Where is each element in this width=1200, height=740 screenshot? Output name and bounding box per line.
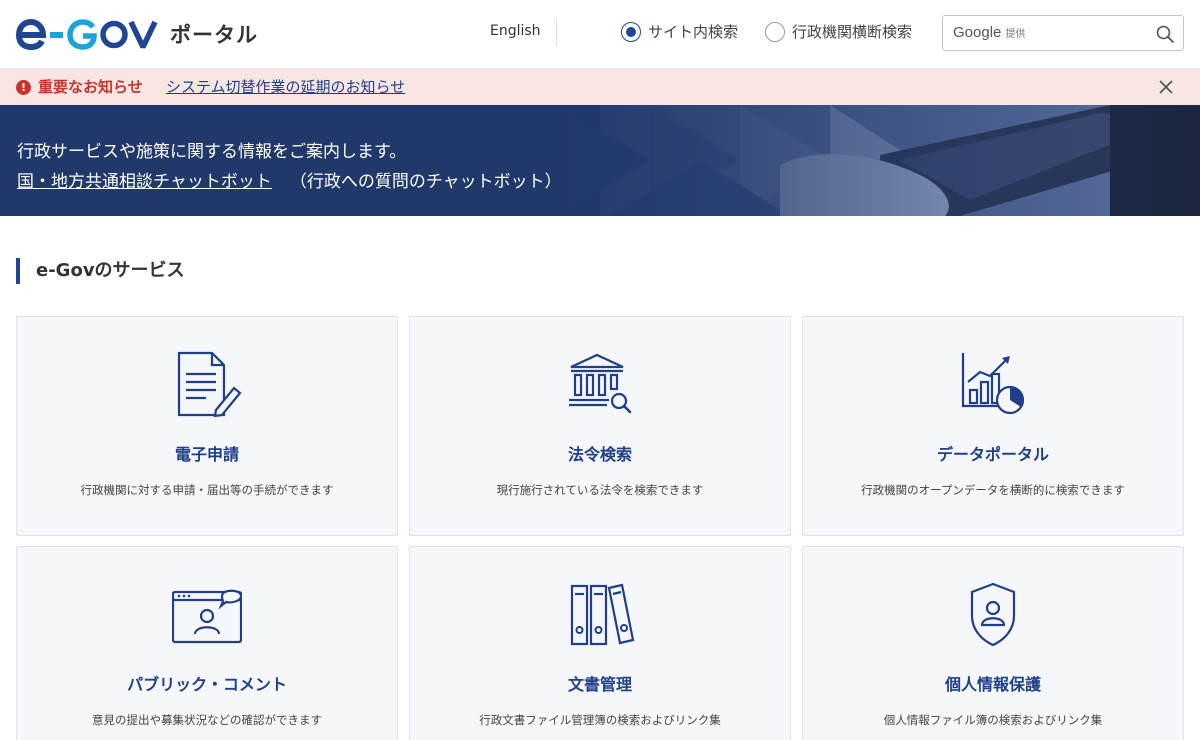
- radio-cross-agency-label: 行政機関横断検索: [792, 23, 913, 41]
- service-title: パブリック・コメント: [127, 675, 287, 694]
- service-title: データポータル: [936, 445, 1049, 464]
- radio-checked-icon: [621, 21, 641, 42]
- radio-unchecked-icon: [765, 21, 785, 42]
- egov-logo[interactable]: ポータル: [16, 18, 261, 50]
- chatbot-note: （行政への質問のチャットボット）: [289, 172, 562, 192]
- egov-logo-mark: [16, 18, 158, 50]
- banner-lead-text: 行政サービスや施策に関する情報をご案内します。: [17, 142, 407, 162]
- service-card-public-comment[interactable]: パブリック・コメント 意見の提出や募集状況などの確認ができます: [16, 546, 398, 740]
- chatbot-link[interactable]: 国・地方共通相談チャットボット: [17, 172, 272, 192]
- chart-data-icon: [961, 353, 1025, 415]
- radio-site-search[interactable]: サイト内検索: [621, 21, 738, 42]
- hero-banner: 行政サービスや施策に関する情報をご案内します。 国・地方共通相談チャットボット （…: [0, 105, 1200, 216]
- search-box: Google 提供: [942, 15, 1184, 51]
- service-desc: 現行施行されている法令を検索できます: [496, 483, 704, 497]
- radio-cross-agency-search[interactable]: 行政機関横断検索: [765, 21, 912, 42]
- service-title: 文書管理: [567, 675, 632, 694]
- service-desc: 行政機関に対する申請・届出等の手続ができます: [80, 483, 334, 497]
- search-icon[interactable]: [1155, 24, 1175, 44]
- service-title: 法令検索: [567, 445, 632, 464]
- shield-person-icon: [970, 582, 1016, 647]
- service-title: 電子申請: [174, 445, 239, 464]
- chatbot-line: 国・地方共通相談チャットボット （行政への質問のチャットボット）: [17, 167, 562, 192]
- document-pen-icon: [177, 351, 242, 418]
- services-section-title: e-Govのサービス: [16, 258, 185, 284]
- service-desc: 行政機関のオープンデータを横断的に検索できます: [861, 483, 1125, 497]
- english-link[interactable]: English: [490, 23, 541, 39]
- exclamation-icon: !: [16, 80, 31, 95]
- notice-label: 重要なお知らせ: [38, 78, 143, 96]
- service-card-law-search[interactable]: 法令検索 現行施行されている法令を検索できます: [409, 316, 791, 536]
- header-divider: [556, 20, 557, 46]
- service-desc: 意見の提出や募集状況などの確認ができます: [92, 713, 322, 727]
- close-icon[interactable]: [1156, 77, 1176, 97]
- comment-window-icon: [172, 589, 242, 644]
- radio-site-search-label: サイト内検索: [648, 23, 739, 41]
- search-input[interactable]: [944, 17, 1149, 49]
- site-header: ポータル English サイト内検索 行政機関横断検索 Google 提供: [0, 0, 1200, 68]
- logo-subtitle: ポータル: [170, 23, 258, 47]
- service-card-e-application[interactable]: 電子申請 行政機関に対する申請・届出等の手続ができます: [16, 316, 398, 536]
- service-title: 個人情報保護: [944, 675, 1041, 694]
- notice-link[interactable]: システム切替作業の延期のお知らせ: [166, 76, 405, 97]
- service-card-document-management[interactable]: 文書管理 行政文書ファイル管理簿の検索およびリンク集: [409, 546, 791, 740]
- court-search-icon: [569, 353, 632, 414]
- service-desc: 個人情報ファイル簿の検索およびリンク集: [883, 713, 1103, 727]
- service-desc: 行政文書ファイル管理簿の検索およびリンク集: [479, 713, 721, 727]
- binders-icon: [570, 583, 635, 646]
- service-card-personal-info[interactable]: 個人情報保護 個人情報ファイル簿の検索およびリンク集: [802, 546, 1184, 740]
- important-notice-bar: ! 重要なお知らせ システム切替作業の延期のお知らせ: [0, 68, 1200, 105]
- service-card-data-portal[interactable]: データポータル 行政機関のオープンデータを横断的に検索できます: [802, 316, 1184, 536]
